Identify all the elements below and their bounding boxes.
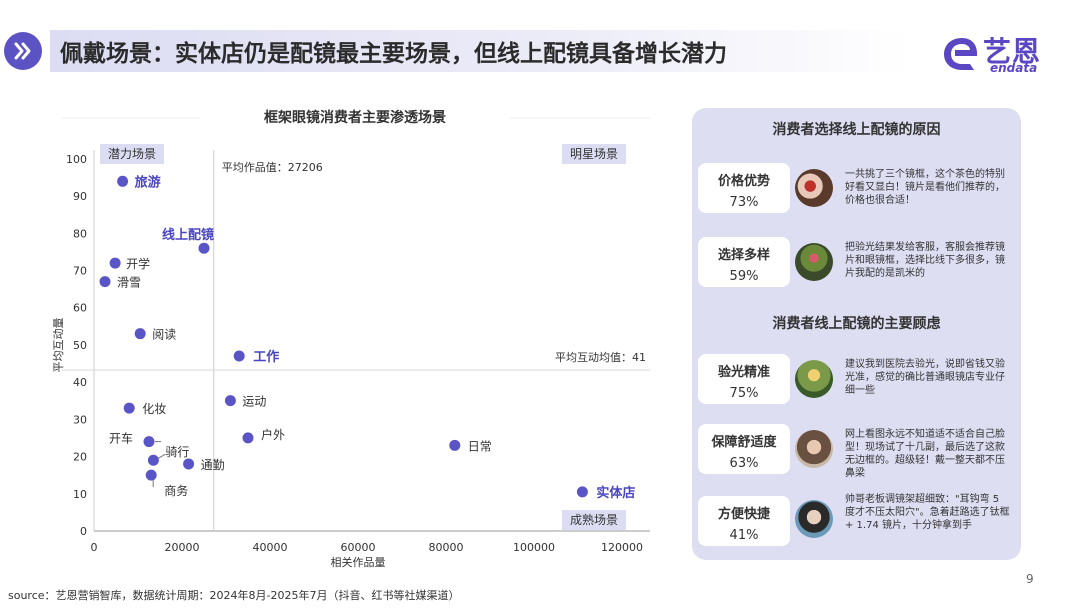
y-tick-label: 10 [73, 488, 87, 501]
y-tick-label: 0 [80, 525, 87, 538]
quadrant-label-mature: 成熟场景 [562, 510, 627, 530]
source-note: source：艺恩营销智库，数据统计周期：2024年8月-2025年7月（抖音、… [8, 589, 460, 602]
point-label: 运动 [242, 395, 266, 409]
data-point [576, 486, 588, 498]
concern-quote: 网上看图永远不知道适不适合自己脸型！现场试了十几副，最后选了这款无边框的。超级轻… [845, 429, 1005, 479]
data-point [449, 439, 461, 451]
concerns-title: 消费者线上配镜的主要顾虑 [772, 316, 941, 332]
concern-card-comfort: 保障舒适度 63% [698, 424, 790, 474]
concern-label: 保障舒适度 [711, 435, 777, 450]
data-point [224, 395, 236, 407]
reason-label: 选择多样 [717, 248, 770, 263]
y-axis-label: 平均互动量 [52, 318, 65, 373]
reason-quote: 一共挑了三个镜框，这个茶色的特别好看又显白！镜片是看他们推荐的，价格也很合适！ [845, 169, 1005, 206]
data-point [183, 458, 195, 470]
page-number: 9 [1026, 572, 1034, 586]
point-label: 化妆 [142, 402, 166, 416]
reason-card-price: 价格优势 73% [698, 163, 790, 213]
y-tick-label: 20 [73, 451, 87, 464]
reason-percent: 73% [729, 195, 759, 210]
x-tick-label: 40000 [253, 541, 288, 554]
concern-card-convenience: 方便快捷 41% [698, 496, 790, 546]
point-label: 开车 [109, 431, 133, 446]
point-label: 滑雪 [117, 276, 141, 290]
concern-percent: 75% [729, 386, 759, 401]
user-avatar [795, 169, 833, 207]
concern-percent: 63% [729, 456, 759, 471]
data-point [242, 432, 254, 444]
point-label: 户外 [261, 427, 285, 442]
point-label: 商务 [164, 483, 188, 498]
y-tick-label: 30 [73, 413, 87, 426]
point-label: 线上配镜 [162, 227, 214, 243]
data-point [109, 257, 121, 269]
concern-card-accuracy: 验光精准 75% [698, 354, 790, 404]
point-label: 骑行 [165, 445, 189, 459]
x-tick-label: 100000 [513, 541, 555, 554]
concern-label: 验光精准 [717, 365, 770, 380]
x-tick-label: 60000 [341, 541, 376, 554]
data-point [123, 402, 135, 414]
user-avatar [795, 360, 833, 398]
y-tick-label: 60 [73, 302, 87, 315]
concern-quote: 帅哥老板调镜架超细致："耳钩弯 5 度才不压太阳穴"。急着赶路选了钛框 + 1.… [845, 494, 1010, 531]
y-tick-label: 100 [66, 153, 87, 166]
reason-label: 价格优势 [717, 174, 770, 189]
user-avatar [795, 430, 833, 468]
leader-line [158, 453, 166, 459]
data-point [143, 436, 155, 448]
x-tick-label: 80000 [429, 541, 464, 554]
concern-quote: 建议我到医院去验光，说即省钱又验光准，感觉的确比普通眼镜店专业仔细一些 [845, 359, 1005, 396]
point-label: 实体店 [596, 485, 635, 501]
user-avatar [795, 243, 833, 281]
data-point [134, 328, 146, 340]
point-label: 旅游 [135, 174, 161, 190]
data-point [117, 175, 129, 187]
data-point [145, 469, 157, 481]
quadrant-label-potential: 潜力场景 [100, 144, 165, 164]
avg-x-label: 平均作品值：27206 [222, 161, 323, 174]
point-label: 通勤 [201, 458, 225, 472]
user-avatar [795, 500, 833, 538]
y-tick-label: 40 [73, 376, 87, 389]
data-point [198, 242, 210, 254]
y-tick-label: 80 [73, 227, 87, 240]
reason-percent: 59% [729, 269, 759, 284]
x-tick-label: 120000 [601, 541, 643, 554]
quadrant-label-star: 明星场景 [562, 144, 627, 164]
point-label: 阅读 [152, 328, 176, 342]
point-label: 开学 [126, 256, 150, 271]
y-tick-label: 50 [73, 339, 87, 352]
y-tick-label: 70 [73, 265, 87, 278]
x-tick-label: 20000 [165, 541, 200, 554]
scatter-chart: 平均作品值：27206 平均互动均值：41 0 20000 40000 60000 8000… [52, 117, 650, 569]
data-point [233, 350, 245, 362]
reason-quote: 把验光结果发给客服，客服会推荐镜片和眼镜框，选择比线下多很多，镜片我配的是凯米的 [845, 242, 1005, 279]
point-label: 工作 [253, 349, 279, 365]
logo-subtext: endata [990, 61, 1038, 75]
avg-y-label: 平均互动均值：41 [555, 351, 646, 364]
data-point [147, 454, 159, 466]
x-axis-label: 相关作品量 [331, 555, 386, 569]
reason-card-variety: 选择多样 59% [698, 237, 790, 287]
reasons-title: 消费者选择线上配镜的原因 [772, 122, 941, 138]
y-tick-label: 90 [73, 190, 87, 203]
data-point [99, 276, 111, 288]
concern-percent: 41% [729, 528, 759, 543]
concern-label: 方便快捷 [717, 507, 770, 522]
x-tick-label: 0 [91, 541, 98, 554]
point-label: 日常 [468, 439, 492, 453]
